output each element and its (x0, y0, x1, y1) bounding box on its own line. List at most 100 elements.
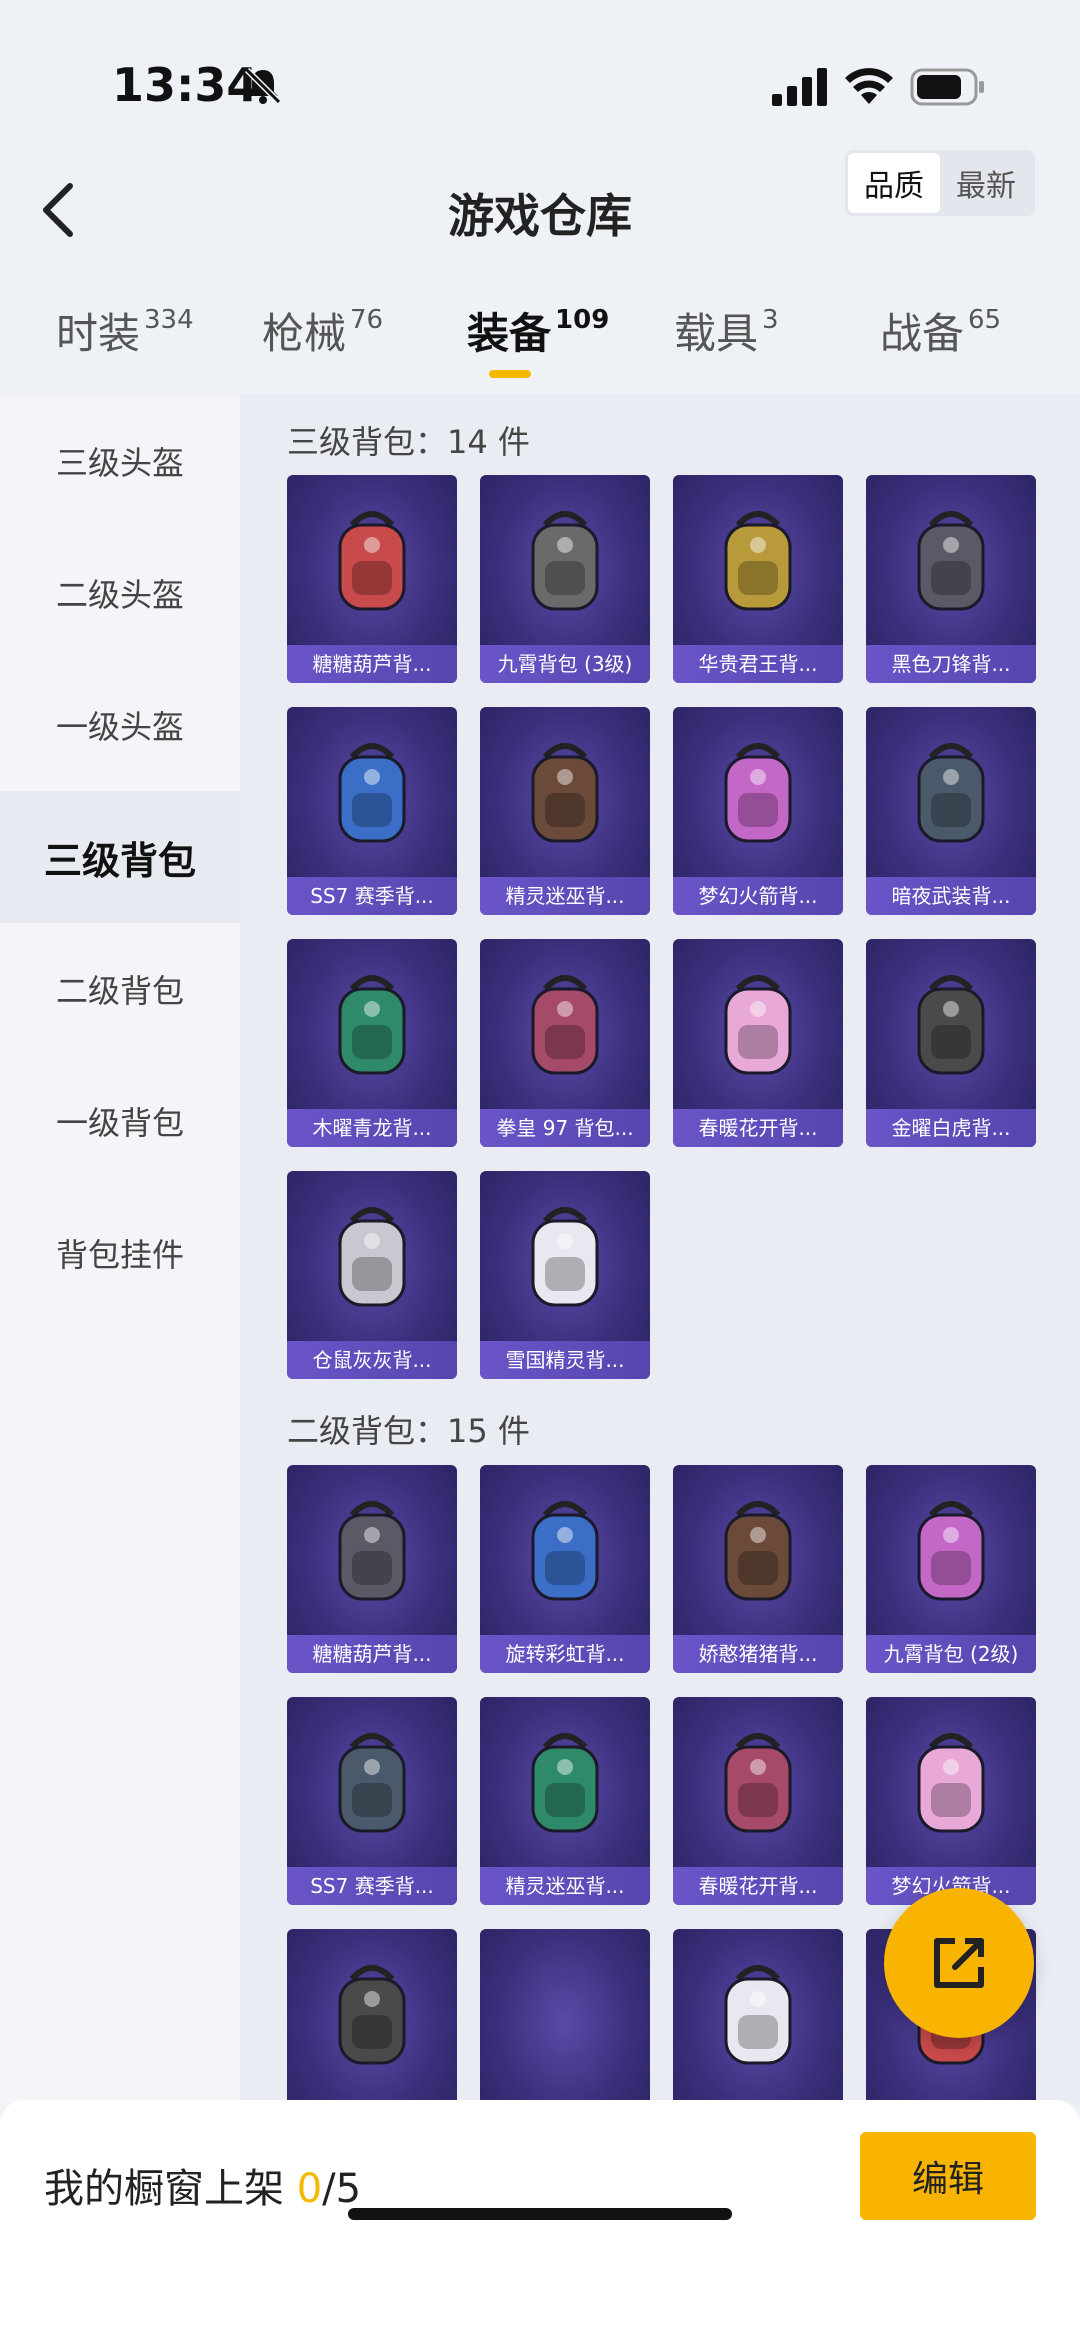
backpack-icon (338, 743, 406, 843)
backpack-icon (917, 1733, 985, 1833)
item-card-label: 春暖花开背... (673, 1109, 843, 1147)
backpack-icon (724, 1733, 792, 1833)
item-card[interactable]: 雪国精灵背... (480, 1171, 650, 1379)
sort-latest-button[interactable]: 最新 (940, 153, 1032, 213)
tab-weapons[interactable]: 枪械 76 (262, 300, 383, 361)
tab-equipment[interactable]: 装备 109 (467, 300, 609, 361)
item-card[interactable]: 糖糖葫芦背... (287, 1465, 457, 1673)
item-card[interactable]: 精灵迷巫背... (480, 1697, 650, 1905)
signal-icon (772, 68, 827, 106)
backpack-icon (531, 1207, 599, 1307)
battery-icon (910, 68, 984, 106)
backpack-icon (338, 1965, 406, 2065)
item-card-label: SS7 赛季背... (287, 877, 457, 915)
share-button[interactable] (884, 1888, 1034, 2038)
sidebar: 三级头盔 二级头盔 一级头盔 三级背包 二级背包 一级背包 背包挂件 (0, 395, 240, 2105)
section-title: 三级背包：14 件 (287, 423, 530, 461)
tab-fashion[interactable]: 时装 334 (56, 300, 194, 361)
item-card-label: 春暖花开背... (673, 1867, 843, 1905)
sidebar-item-backpack-3[interactable]: 三级背包 (0, 791, 240, 923)
item-card-label: 精灵迷巫背... (480, 877, 650, 915)
item-card-label: 糖糖葫芦背... (287, 1635, 457, 1673)
item-card[interactable]: 春暖花开背... (673, 939, 843, 1147)
backpack-icon (531, 975, 599, 1075)
item-grid: 三级背包：14 件 糖糖葫芦背... 九霄背包 (3级) 华贵君王背... 黑色刀锋背… (240, 395, 1080, 2105)
item-card-label: 梦幻火箭背... (673, 877, 843, 915)
sidebar-item-backpack-2[interactable]: 二级背包 (0, 923, 240, 1055)
item-card-label: 糖糖葫芦背... (287, 645, 457, 683)
backpack-icon (917, 511, 985, 611)
bottom-bar: 我的橱窗上架 0/5 编辑 (0, 2100, 1080, 2348)
sort-quality-button[interactable]: 品质 (848, 153, 940, 213)
item-card[interactable]: 旋转彩虹背... (480, 1465, 650, 1673)
item-card[interactable]: 暗夜武装背... (866, 707, 1036, 915)
backpack-icon (338, 1207, 406, 1307)
backpack-icon (338, 511, 406, 611)
backpack-icon (531, 511, 599, 611)
item-card[interactable]: 糖糖葫芦背... (287, 475, 457, 683)
item-card-label: 九霄背包 (2级) (866, 1635, 1036, 1673)
item-card[interactable] (480, 1929, 650, 2105)
backpack-icon (724, 511, 792, 611)
item-card[interactable]: 金曜白虎背... (866, 939, 1036, 1147)
backpack-icon (724, 975, 792, 1075)
item-card[interactable]: 九霄背包 (2级) (866, 1465, 1036, 1673)
item-card[interactable]: 木曜青龙背... (287, 939, 457, 1147)
sidebar-item-helmet-2[interactable]: 二级头盔 (0, 527, 240, 659)
item-card[interactable]: 娇憨猪猪背... (673, 1465, 843, 1673)
status-time: 13:34 (112, 58, 259, 112)
item-card-label: 暗夜武装背... (866, 877, 1036, 915)
backpack-icon (338, 1501, 406, 1601)
item-card[interactable]: 春暖花开背... (673, 1697, 843, 1905)
item-card[interactable]: 精灵迷巫背... (480, 707, 650, 915)
bell-muted-icon (244, 67, 282, 105)
item-card-label: 雪国精灵背... (480, 1341, 650, 1379)
backpack-icon (917, 975, 985, 1075)
section-title: 二级背包：15 件 (287, 1412, 530, 1450)
item-card[interactable]: 华贵君王背... (673, 475, 843, 683)
item-card-label: 木曜青龙背... (287, 1109, 457, 1147)
backpack-icon (917, 743, 985, 843)
item-card[interactable] (287, 1929, 457, 2105)
status-bar: 13:34 (0, 0, 1080, 150)
item-card-label: 娇憨猪猪背... (673, 1635, 843, 1673)
item-card[interactable]: 拳皇 97 背包... (480, 939, 650, 1147)
item-card[interactable]: 仓鼠灰灰背... (287, 1171, 457, 1379)
backpack-icon (724, 743, 792, 843)
sidebar-item-backpack-1[interactable]: 一级背包 (0, 1055, 240, 1187)
backpack-icon (338, 975, 406, 1075)
backpack-icon (531, 1733, 599, 1833)
item-card[interactable] (673, 1929, 843, 2105)
item-card[interactable]: SS7 赛季背... (287, 1697, 457, 1905)
backpack-icon (724, 1965, 792, 2065)
item-card-label: 华贵君王背... (673, 645, 843, 683)
showcase-status: 我的橱窗上架 0/5 (44, 2166, 362, 2212)
item-card[interactable]: 梦幻火箭背... (866, 1697, 1036, 1905)
tab-vehicles[interactable]: 载具 3 (674, 300, 779, 361)
item-card-label: 拳皇 97 背包... (480, 1109, 650, 1147)
sidebar-item-helmet-1[interactable]: 一级头盔 (0, 659, 240, 791)
backpack-icon (338, 1733, 406, 1833)
tab-supplies[interactable]: 战备 65 (880, 300, 1001, 361)
home-indicator (348, 2208, 732, 2220)
backpack-icon (531, 743, 599, 843)
item-card-label: 九霄背包 (3级) (480, 645, 650, 683)
item-card-label: 精灵迷巫背... (480, 1867, 650, 1905)
backpack-icon (917, 1501, 985, 1601)
item-card-label: SS7 赛季背... (287, 1867, 457, 1905)
sidebar-item-helmet-3[interactable]: 三级头盔 (0, 395, 240, 527)
category-tabs: 时装 334 枪械 76 装备 109 载具 3 战备 65 (0, 300, 1080, 390)
item-card-label: 黑色刀锋背... (866, 645, 1036, 683)
edit-button[interactable]: 编辑 (860, 2132, 1036, 2220)
active-tab-indicator (489, 370, 531, 378)
share-icon (934, 1938, 984, 1988)
item-card[interactable]: 九霄背包 (3级) (480, 475, 650, 683)
item-card[interactable]: 梦幻火箭背... (673, 707, 843, 915)
item-card-label: 仓鼠灰灰背... (287, 1341, 457, 1379)
item-card-label: 金曜白虎背... (866, 1109, 1036, 1147)
item-card[interactable]: 黑色刀锋背... (866, 475, 1036, 683)
item-card-label: 旋转彩虹背... (480, 1635, 650, 1673)
sidebar-item-backpack-charm[interactable]: 背包挂件 (0, 1187, 240, 1319)
item-card[interactable]: SS7 赛季背... (287, 707, 457, 915)
backpack-icon (724, 1501, 792, 1601)
